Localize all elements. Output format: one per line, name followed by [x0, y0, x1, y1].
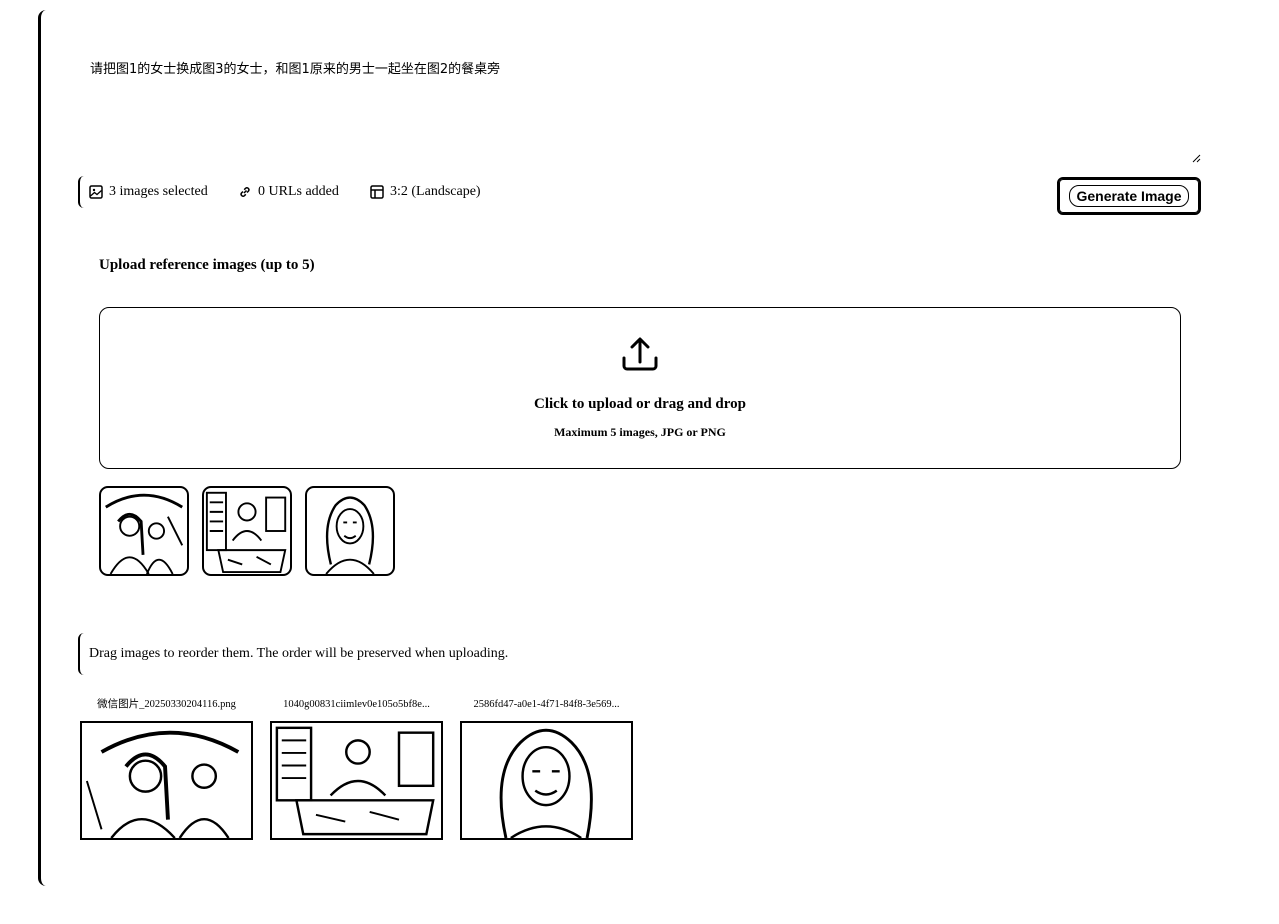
upload-section-title: Upload reference images (up to 5) [99, 257, 315, 273]
file-name: 1040g00831ciimlev0e105o5bf8e... [283, 699, 430, 710]
uploaded-thumbnails [99, 486, 395, 576]
images-selected-indicator[interactable]: 3 images selected [89, 184, 208, 200]
upload-dropzone[interactable]: Click to upload or drag and drop Maximum… [99, 307, 1181, 469]
reorder-item-3[interactable]: 2586fd47-a0e1-4f71-84f8-3e569... [460, 697, 633, 840]
reorder-note-text: Drag images to reorder them. The order w… [89, 646, 509, 661]
generate-image-button[interactable]: Generate Image [1057, 177, 1201, 215]
reorder-item-1[interactable]: 微信图片_20250330204116.png [80, 697, 253, 840]
reorder-item-2[interactable]: 1040g00831ciimlev0e105o5bf8e... [270, 697, 443, 840]
draggable-preview[interactable] [460, 721, 633, 840]
draggable-preview[interactable] [80, 721, 253, 840]
thumbnail-2[interactable] [202, 486, 292, 576]
draggable-preview[interactable] [270, 721, 443, 840]
thumbnail-image [325, 496, 375, 574]
preview-image [499, 728, 593, 838]
aspect-ratio-label: 3:2 (Landscape) [390, 184, 481, 199]
preview-image [275, 726, 435, 836]
thumbnail-image [205, 491, 287, 574]
dropzone-sub-text: Maximum 5 images, JPG or PNG [554, 425, 726, 439]
aspect-ratio-selector[interactable]: 3:2 (Landscape) [370, 184, 481, 200]
note-bracket [78, 633, 86, 675]
thumbnail-3[interactable] [305, 486, 395, 576]
resize-handle-icon[interactable] [1191, 153, 1201, 163]
prompt-textarea[interactable] [78, 48, 1204, 166]
link-icon [240, 187, 250, 197]
toolbar-bracket [78, 176, 86, 208]
upload-icon [622, 337, 658, 371]
dropzone-main-text: Click to upload or drag and drop [534, 396, 746, 412]
generate-image-label: Generate Image [1069, 185, 1189, 207]
preview-image [85, 730, 240, 838]
reorder-note: Drag images to reorder them. The order w… [78, 633, 678, 675]
image-icon [89, 185, 103, 199]
thumbnail-image [105, 493, 184, 574]
urls-added-label: 0 URLs added [258, 184, 339, 199]
file-name: 微信图片_20250330204116.png [97, 699, 236, 710]
images-selected-label: 3 images selected [109, 184, 208, 199]
panel-border [38, 10, 47, 886]
reorder-list: 微信图片_20250330204116.png 1040g00831ciimle… [80, 697, 633, 840]
layout-icon [370, 185, 384, 199]
urls-added-indicator[interactable]: 0 URLs added [238, 184, 339, 200]
thumbnail-1[interactable] [99, 486, 189, 576]
toolbar: 3 images selected 0 URLs added 3:2 (Land… [78, 176, 1204, 215]
file-name: 2586fd47-a0e1-4f71-84f8-3e569... [473, 699, 620, 710]
